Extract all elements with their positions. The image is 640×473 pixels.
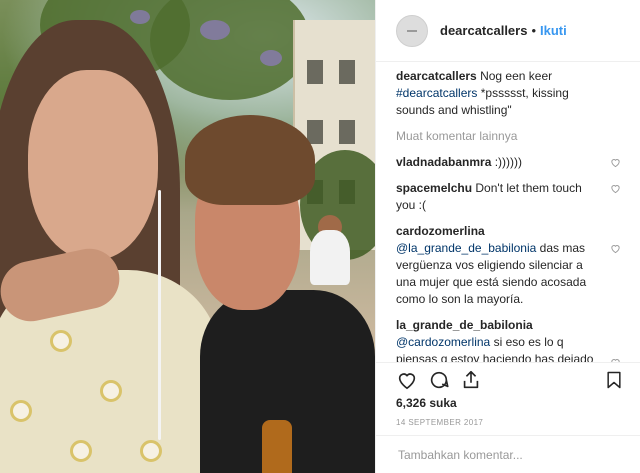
post-sidebar: dearcatcallers • Ikuti dearcatcallers No…: [375, 0, 640, 473]
caption-hashtag[interactable]: #dearcatcallers: [396, 86, 477, 100]
comment-username[interactable]: spacemelchu: [396, 181, 472, 195]
heart-icon[interactable]: [396, 369, 418, 391]
photo-man-hair: [185, 115, 315, 205]
photo-bottle: [262, 420, 292, 473]
comment-item: la_grande_de_babilonia @cardozomerlina s…: [396, 317, 621, 362]
photo-blossom: [260, 50, 282, 66]
comment-mention[interactable]: @la_grande_de_babilonia: [396, 241, 536, 255]
comment-item: cardozomerlina @la_grande_de_babilonia d…: [396, 223, 621, 308]
comment-text: :)))))): [494, 155, 523, 169]
photo-earphone-cable: [158, 190, 161, 440]
comment-like-icon[interactable]: [610, 157, 621, 168]
comment-username[interactable]: la_grande_de_babilonia: [396, 318, 533, 332]
share-icon[interactable]: [460, 369, 482, 391]
instagram-post: dearcatcallers • Ikuti dearcatcallers No…: [0, 0, 640, 473]
action-bar: [376, 362, 640, 396]
shirt-flower: [70, 440, 92, 462]
caption-username[interactable]: dearcatcallers: [396, 69, 477, 83]
follow-button[interactable]: Ikuti: [540, 23, 567, 38]
avatar[interactable]: [396, 14, 428, 47]
comment-mention[interactable]: @cardozomerlina: [396, 335, 490, 349]
comment-username[interactable]: cardozomerlina: [396, 224, 485, 238]
post-header: dearcatcallers • Ikuti: [376, 0, 640, 62]
shirt-flower: [100, 380, 122, 402]
comment-input[interactable]: [396, 446, 580, 463]
comment-item: spacemelchu Don't let them touch you :(: [396, 180, 621, 214]
add-comment-bar: [376, 435, 640, 473]
photo-blossom: [130, 10, 150, 24]
comment-like-icon[interactable]: [610, 183, 621, 194]
post-date: 14 SEPTEMBER 2017: [396, 418, 484, 427]
post-photo[interactable]: [0, 0, 375, 473]
header-username[interactable]: dearcatcallers: [440, 23, 527, 38]
shirt-flower: [140, 440, 162, 462]
likes-count[interactable]: 6,326 suka: [396, 396, 457, 410]
comment-bubble-icon[interactable]: [428, 369, 450, 391]
header-separator: •: [531, 23, 537, 38]
photo-bystander: [310, 230, 350, 285]
photo-blossom: [200, 20, 230, 40]
shirt-flower: [50, 330, 72, 352]
comment-item: vladnadabanmra :)))))): [396, 154, 621, 171]
comment-like-icon[interactable]: [610, 243, 621, 254]
photo-woman-face: [28, 70, 158, 260]
caption: dearcatcallers Nog een keer #dearcatcall…: [396, 68, 621, 119]
comment-username[interactable]: vladnadabanmra: [396, 155, 491, 169]
shirt-flower: [10, 400, 32, 422]
comments-list: dearcatcallers Nog een keer #dearcatcall…: [376, 62, 640, 362]
caption-text: Nog een keer: [480, 69, 553, 83]
load-more-comments[interactable]: Muat komentar lainnya: [396, 128, 621, 145]
bookmark-icon[interactable]: [604, 369, 624, 391]
